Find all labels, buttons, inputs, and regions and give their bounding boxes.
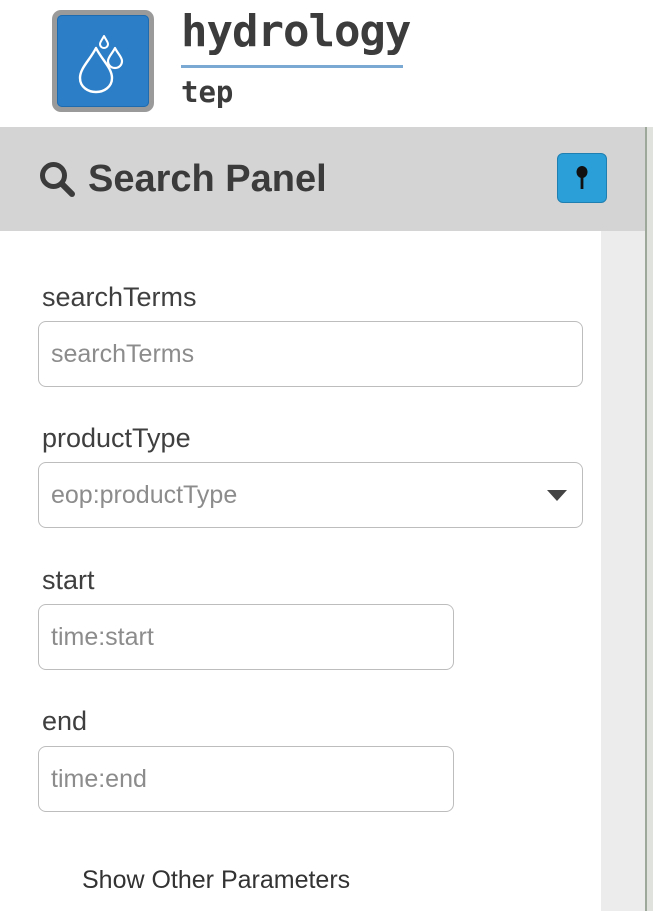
brand-divider [181,65,403,68]
panel-title-text: Search Panel [88,157,327,200]
end-date-input[interactable] [38,746,454,812]
product-type-select[interactable]: eop:productType [38,462,583,528]
water-drops-icon [78,35,124,94]
app-header: hydrology tep [0,0,653,127]
start-label: start [42,565,95,595]
search-icon [38,160,76,198]
chevron-down-icon [547,489,567,501]
product-type-label: productType [42,423,191,453]
pin-panel-button[interactable] [557,153,607,203]
brand-title: hydrology [181,6,411,57]
panel-title: Search Panel [38,127,327,231]
show-other-parameters-link[interactable]: Show Other Parameters [82,864,350,896]
pin-icon [576,166,588,189]
search-terms-input[interactable] [38,321,583,387]
product-type-selected: eop:productType [51,480,238,509]
scrollbar-track[interactable] [601,231,645,911]
search-panel-header: Search Panel [0,127,645,231]
search-terms-label: searchTerms [42,282,197,312]
app-logo[interactable] [52,10,154,112]
map-edge [645,127,653,911]
start-date-input[interactable] [38,604,454,670]
logo-tile [57,15,149,107]
brand-subtitle: tep [181,75,234,109]
end-label: end [42,706,88,736]
